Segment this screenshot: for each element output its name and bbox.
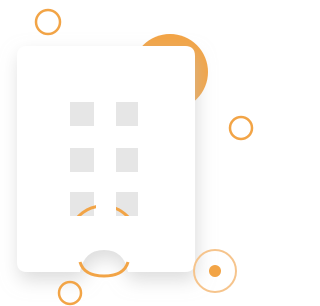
window — [116, 148, 138, 172]
decorative-ring-top — [34, 8, 62, 36]
decorative-ring-right — [228, 115, 254, 141]
window — [70, 148, 94, 172]
decorative-arc-door — [78, 261, 130, 278]
window — [70, 102, 94, 126]
decorative-target-dot — [209, 265, 221, 277]
building-illustration — [17, 8, 254, 306]
window — [116, 192, 138, 216]
empty-state-illustration — [0, 0, 255, 306]
building-body — [17, 46, 195, 272]
decorative-ring-bottom — [57, 280, 83, 306]
window — [116, 102, 138, 126]
